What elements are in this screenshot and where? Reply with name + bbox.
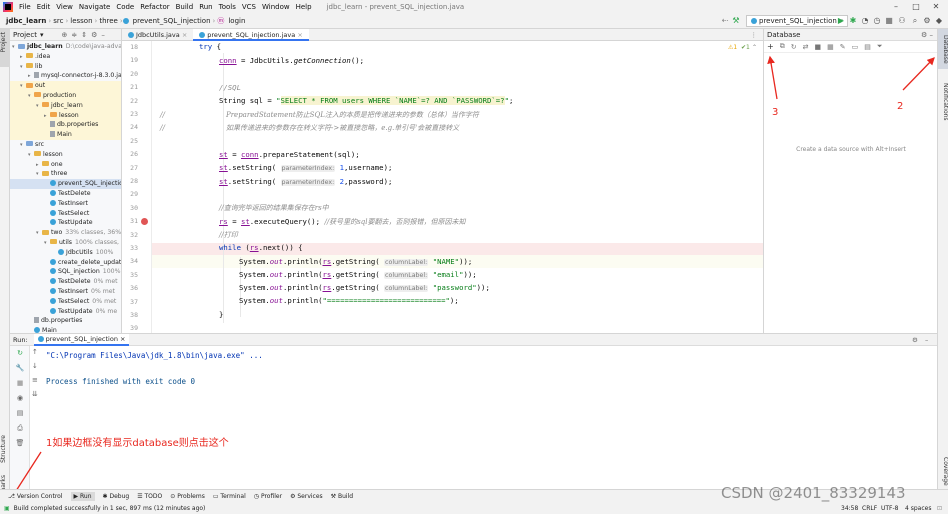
annotation-arrow-3	[767, 55, 778, 100]
annotation-arrows	[6, 55, 935, 507]
tab-label: Profiler	[260, 492, 283, 500]
tab-label: Version Control	[16, 492, 63, 500]
line-separator[interactable]: CRLF	[862, 505, 877, 512]
build-status-icon: ▣	[4, 504, 10, 512]
annotation-3: 3	[772, 107, 779, 118]
build-tab[interactable]: ⚒ Build	[331, 493, 353, 500]
annotation-arrow-2	[902, 57, 935, 91]
todo-tab[interactable]: ☰ TODO	[137, 493, 162, 500]
run-tool-tab[interactable]: ▶ Run	[70, 491, 95, 501]
tab-label: Terminal	[220, 492, 246, 500]
tab-label: Run	[80, 492, 92, 500]
status-bar: ▣ Build completed successfully in 1 sec,…	[0, 502, 948, 514]
tab-label: TODO	[144, 492, 163, 500]
tab-label: Services	[297, 492, 323, 500]
profiler-tab[interactable]: ◷ Profiler	[254, 493, 282, 500]
version-control-tab[interactable]: ⎇ Version Control	[8, 493, 63, 500]
annotation-2: 2	[897, 101, 904, 112]
tab-label: Debug	[109, 492, 130, 500]
tab-label: Build	[337, 492, 354, 500]
problems-tab[interactable]: ⊙ Problems	[170, 493, 205, 500]
lock-icon[interactable]: ⊡	[937, 505, 942, 512]
tab-label: Problems	[177, 492, 205, 500]
caret-position[interactable]: 34:58	[841, 505, 858, 512]
status-message[interactable]: Build completed successfully in 1 sec, 8…	[14, 505, 206, 512]
file-encoding[interactable]: UTF-8	[881, 505, 899, 512]
watermark: CSDN @2401_83329143	[721, 484, 906, 502]
terminal-tab[interactable]: ▭ Terminal	[213, 493, 246, 500]
services-tab[interactable]: ⚙ Services	[290, 493, 323, 500]
debug-tab[interactable]: ✱ Debug	[103, 493, 130, 500]
indent-setting[interactable]: 4 spaces	[905, 505, 931, 512]
